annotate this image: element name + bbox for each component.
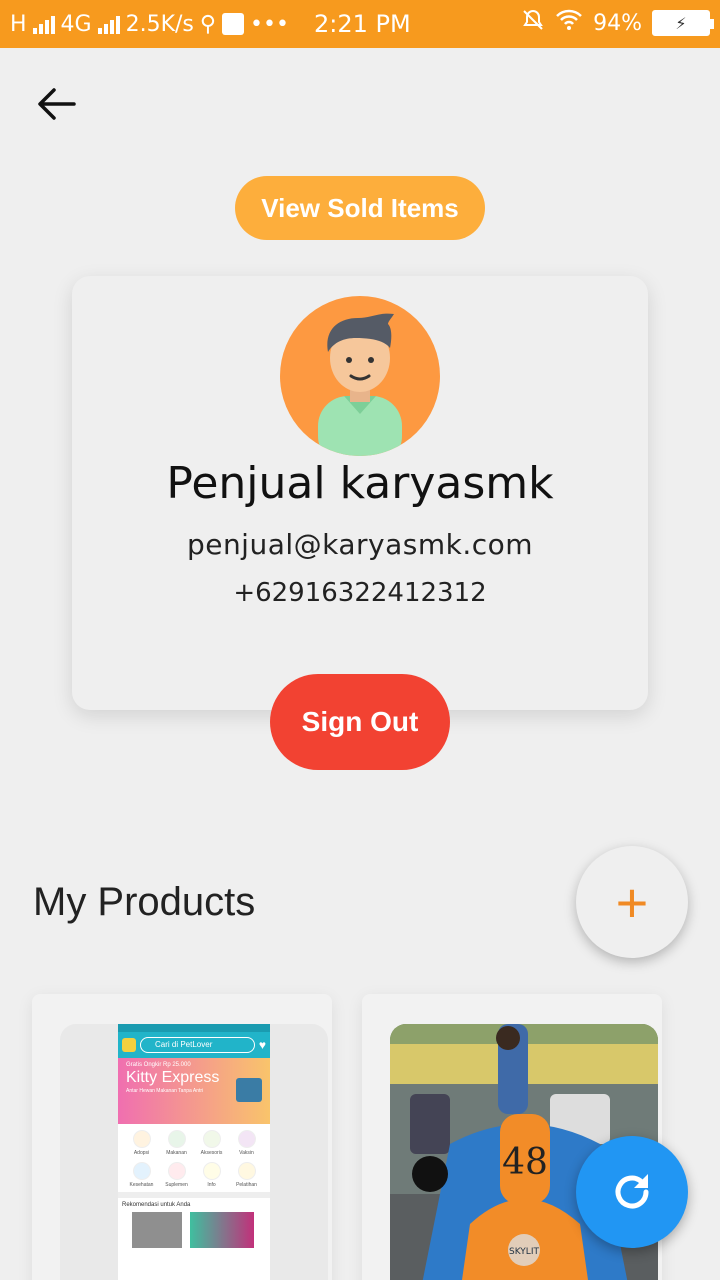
status-right: 94% ⚡: [521, 8, 714, 38]
kart-number: 48: [502, 1142, 548, 1183]
thumb-cat: Makanan: [166, 1150, 187, 1156]
kart-badge: SKYLIT: [509, 1247, 539, 1257]
product-image[interactable]: Cari di PetLover ♥ Gratis Ongkir Rp 25.0…: [60, 1024, 328, 1280]
sign-out-button[interactable]: Sign Out: [270, 674, 450, 770]
thumb-cat: Kesehatan: [129, 1182, 154, 1188]
profile-phone: +62916322412312: [233, 578, 487, 608]
view-sold-items-button[interactable]: View Sold Items: [235, 176, 485, 240]
thumb-cat: Aksesoris: [200, 1150, 223, 1156]
avatar: [280, 296, 440, 456]
more-notifications-icon: •••: [250, 11, 289, 37]
my-products-title: My Products: [33, 880, 256, 924]
status-time: 2:21 PM: [314, 10, 411, 38]
product-card[interactable]: Cari di PetLover ♥ Gratis Ongkir Rp 25.0…: [32, 994, 332, 1280]
profile-name: Penjual karyasmk: [166, 458, 554, 509]
thumb-cat: Pelatihan: [236, 1182, 257, 1188]
arrow-left-icon: [38, 88, 76, 120]
network-type-4g: 4G: [60, 11, 92, 37]
status-bar: H 4G 2.5K/s ⚲ ••• 2:21 PM 94% ⚡: [0, 0, 720, 48]
refresh-icon: [615, 1174, 649, 1209]
status-left: H 4G 2.5K/s ⚲ •••: [10, 12, 289, 37]
profile-email: penjual@karyasmk.com: [186, 528, 534, 561]
battery-icon: ⚡: [652, 10, 714, 36]
usb-icon: ⚲: [199, 11, 217, 37]
wifi-icon: [555, 8, 583, 38]
profile-card: Penjual karyasmk penjual@karyasmk.com +6…: [72, 276, 648, 710]
signal-icon: [32, 14, 55, 34]
network-speed: 2.5K/s: [125, 11, 194, 37]
network-type-h: H: [10, 11, 27, 37]
thumb-cat: Info: [207, 1182, 216, 1188]
thumb-cat: Suplemen: [165, 1182, 188, 1188]
thumb-search: Cari di PetLover: [140, 1037, 255, 1053]
back-button[interactable]: [32, 82, 80, 126]
mute-bell-icon: [521, 8, 545, 38]
thumb-reco: Rekomendasi untuk Anda: [122, 1202, 191, 1208]
app-screenshot-thumbnail: Cari di PetLover ♥ Gratis Ongkir Rp 25.0…: [118, 1024, 270, 1280]
notification-app-icon: [222, 13, 245, 35]
thumb-cat: Vaksin: [239, 1150, 254, 1156]
signal-icon-2: [97, 14, 120, 34]
refresh-button[interactable]: [576, 1136, 688, 1248]
add-product-button[interactable]: +: [576, 846, 688, 958]
thumb-cat: Adopsi: [133, 1150, 150, 1156]
plus-icon: +: [615, 870, 649, 934]
battery-percent: 94%: [593, 10, 642, 36]
